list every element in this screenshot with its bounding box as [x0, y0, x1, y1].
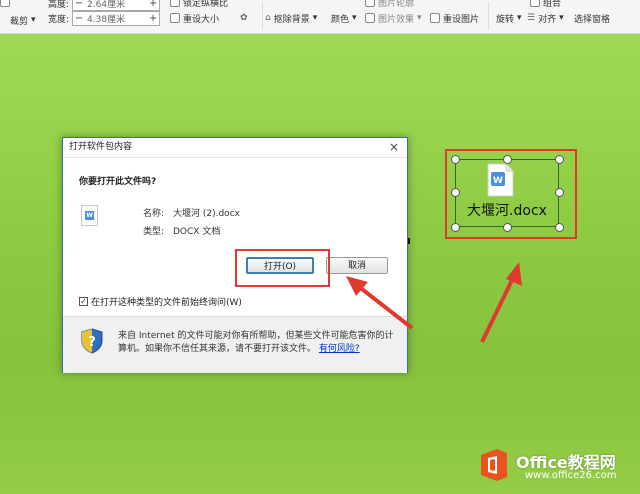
- arrow-to-object: [480, 262, 522, 343]
- resize-handle[interactable]: [555, 155, 564, 164]
- word-document-icon: W: [487, 163, 514, 197]
- resize-handle[interactable]: [451, 188, 460, 197]
- resize-handle[interactable]: [451, 155, 460, 164]
- svg-text:W: W: [493, 176, 503, 186]
- watermark-url: www.office26.com: [525, 470, 617, 481]
- resize-handle[interactable]: [555, 223, 564, 232]
- embedded-object-label: 大堰河.docx: [467, 203, 547, 219]
- arrow-to-open-button: [346, 276, 414, 330]
- resize-handle[interactable]: [503, 223, 512, 232]
- annotation-arrows: [346, 262, 522, 343]
- office-logo-icon: [481, 449, 507, 481]
- resize-handle[interactable]: [451, 223, 460, 232]
- resize-handle[interactable]: [555, 188, 564, 197]
